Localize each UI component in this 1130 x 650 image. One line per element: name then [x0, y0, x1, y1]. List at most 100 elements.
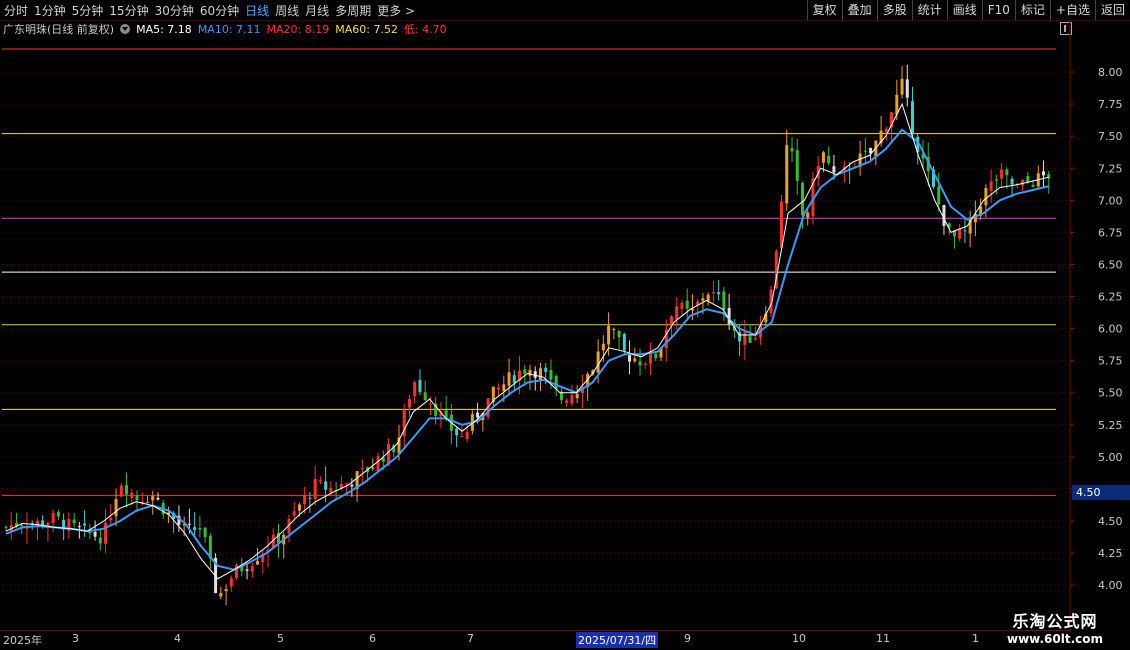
candle-body	[596, 351, 600, 373]
candle-body	[911, 101, 915, 134]
month-label: 4	[174, 632, 181, 645]
candle-body	[292, 511, 296, 516]
candle-body	[256, 561, 260, 565]
candle-body	[219, 592, 223, 597]
candle-body	[827, 155, 831, 164]
candle-body	[800, 182, 804, 216]
candle-body	[622, 334, 626, 351]
candle-body	[313, 479, 317, 499]
candle-body	[4, 526, 8, 528]
y-tick-label: 7.00	[1098, 194, 1123, 207]
candle-body	[297, 504, 301, 511]
y-tick-label: 7.50	[1098, 130, 1123, 143]
candle-body	[633, 358, 637, 362]
candle-body	[544, 367, 548, 372]
month-label: 1	[972, 632, 979, 645]
candle-body	[51, 513, 55, 524]
candle-body	[125, 485, 129, 495]
candle-body	[821, 152, 825, 163]
candle-body	[83, 523, 87, 526]
candlestick-chart[interactable]: 4.004.254.504.755.005.255.505.756.006.25…	[0, 0, 1130, 650]
candle-body	[1005, 169, 1009, 176]
month-label: 9	[684, 632, 691, 645]
candle-body	[56, 511, 60, 517]
month-label: 3	[72, 632, 79, 645]
candle-body	[114, 499, 118, 517]
candle-body	[187, 523, 191, 525]
candle-body	[612, 329, 616, 331]
candle-body	[1010, 178, 1014, 185]
candle-body	[407, 398, 411, 408]
candle-body	[455, 428, 459, 436]
watermark-url: www.60lt.com	[1006, 632, 1104, 646]
candle-body	[224, 589, 228, 592]
candle-body	[748, 336, 752, 343]
candle-body	[795, 150, 799, 181]
year-label: 2025年	[3, 634, 42, 647]
candle-body	[675, 306, 679, 320]
candle-body	[156, 497, 160, 500]
candle-body	[643, 363, 647, 365]
y-tick-label: 7.25	[1098, 162, 1123, 175]
candle-body	[308, 497, 312, 499]
candle-body	[135, 495, 139, 501]
candle-body	[418, 379, 422, 392]
y-tick-label: 6.25	[1098, 291, 1123, 304]
candle-body	[1042, 171, 1046, 176]
candle-body	[145, 502, 149, 504]
y-tick-label: 5.00	[1098, 451, 1123, 464]
candle-body	[1021, 179, 1025, 186]
candle-body	[575, 394, 579, 399]
y-tick-label: 4.50	[1098, 515, 1123, 528]
candle-body	[245, 569, 249, 571]
date-axis: 2025年 3 4 5 6 7 2025/07/31/四 9 10 11 1	[0, 630, 1070, 648]
candle-body	[303, 495, 307, 505]
candle-body	[533, 371, 537, 378]
candle-body	[570, 395, 574, 404]
candle-body	[428, 403, 432, 405]
month-label: 10	[792, 632, 806, 645]
y-tick-label: 5.25	[1098, 419, 1123, 432]
candle-body	[497, 387, 501, 390]
candle-body	[345, 483, 349, 485]
candle-body	[371, 467, 375, 469]
candle-body	[937, 186, 941, 205]
candle-body	[1031, 184, 1035, 187]
candle-body	[905, 79, 909, 98]
candle-body	[423, 392, 427, 401]
candle-body	[638, 361, 642, 366]
candle-body	[554, 376, 558, 389]
candle-body	[680, 302, 684, 309]
candle-body	[900, 78, 904, 95]
candle-body	[601, 343, 605, 351]
candle-body	[565, 400, 569, 403]
candle-body	[607, 325, 611, 345]
y-tick-label: 6.75	[1098, 226, 1123, 239]
y-tick-label: 4.25	[1098, 547, 1123, 560]
candle-body	[20, 525, 24, 527]
candle-body	[512, 375, 516, 383]
candle-body	[235, 564, 239, 578]
selected-date: 2025/07/31/四	[576, 632, 659, 648]
candle-body	[109, 517, 113, 521]
watermark-title: 乐淘公式网	[1012, 612, 1098, 631]
month-label: 6	[369, 632, 376, 645]
candle-body	[250, 566, 254, 572]
candle-body	[806, 212, 810, 218]
candle-body	[376, 456, 380, 472]
candle-body	[198, 528, 202, 530]
candle-body	[203, 527, 207, 538]
candle-body	[324, 481, 328, 490]
candle-body	[151, 496, 155, 501]
candle-body	[832, 166, 836, 173]
y-tick-label: 7.75	[1098, 98, 1123, 111]
y-tick-label: 5.75	[1098, 355, 1123, 368]
candle-body	[193, 527, 197, 530]
candle-body	[77, 526, 81, 528]
candle-body	[722, 291, 726, 311]
candle-body	[785, 145, 789, 204]
candle-body	[229, 578, 233, 587]
candle-body	[706, 294, 710, 301]
candle-body	[444, 410, 448, 418]
candle-body	[717, 292, 721, 295]
